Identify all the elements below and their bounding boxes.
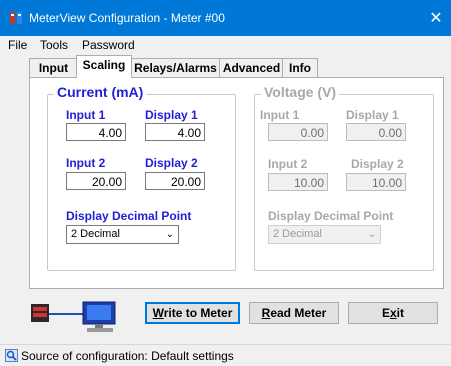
voltage-ddp-label: Display Decimal Point [268, 209, 394, 223]
current-display1-label: Display 1 [145, 108, 198, 122]
tab-advanced[interactable]: Advanced [219, 58, 284, 78]
voltage-display1-label: Display 1 [346, 108, 399, 122]
current-ddp-value: 2 Decimal [71, 228, 120, 240]
voltage-ddp-select: 2 Decimal ⌄ [268, 225, 381, 244]
scaling-panel: Current (mA) Input 1 Display 1 4.00 4.00… [29, 77, 444, 289]
title-bar: MeterView Configuration - Meter #00 ✕ [0, 0, 451, 36]
current-input1-label: Input 1 [66, 108, 106, 122]
exit-button[interactable]: Exit [348, 302, 438, 324]
chevron-down-icon: ⌄ [165, 229, 174, 240]
tab-input[interactable]: Input [29, 58, 78, 78]
menu-password[interactable]: Password [82, 38, 135, 52]
current-ddp-select[interactable]: 2 Decimal ⌄ [66, 225, 179, 244]
status-icon [5, 349, 18, 362]
current-group-legend: Current (mA) [54, 84, 147, 100]
tab-info[interactable]: Info [282, 58, 318, 78]
voltage-group: Voltage (V) Input 1 Display 1 0.00 0.00 … [254, 84, 434, 271]
voltage-display1-field: 0.00 [346, 123, 406, 141]
current-group: Current (mA) Input 1 Display 1 4.00 4.00… [47, 84, 236, 271]
window-title: MeterView Configuration - Meter #00 [29, 11, 225, 25]
voltage-input1-field: 0.00 [268, 123, 328, 141]
meter-icon [31, 304, 49, 322]
menu-tools[interactable]: Tools [40, 38, 68, 52]
close-icon[interactable]: ✕ [427, 8, 445, 28]
current-display2-field[interactable]: 20.00 [145, 172, 205, 190]
computer-icon [82, 301, 116, 332]
current-input2-field[interactable]: 20.00 [66, 172, 126, 190]
voltage-input2-label: Input 2 [268, 157, 308, 171]
chevron-down-icon: ⌄ [367, 229, 376, 240]
status-text: Source of configuration: Default setting… [21, 349, 234, 363]
current-ddp-label: Display Decimal Point [66, 209, 192, 223]
voltage-input2-field: 10.00 [268, 173, 328, 191]
voltage-group-legend: Voltage (V) [261, 84, 340, 100]
menu-bar: File Tools Password [0, 36, 451, 56]
status-bar: Source of configuration: Default setting… [0, 344, 451, 366]
current-display2-label: Display 2 [145, 156, 198, 170]
current-display1-field[interactable]: 4.00 [145, 123, 205, 141]
tab-scaling[interactable]: Scaling [76, 55, 132, 78]
read-meter-button[interactable]: Read Meter [249, 302, 339, 324]
meter-computer-graphic [31, 301, 116, 332]
menu-file[interactable]: File [8, 38, 27, 52]
voltage-input1-label: Input 1 [260, 108, 300, 122]
voltage-display2-label: Display 2 [351, 157, 404, 171]
write-to-meter-button[interactable]: Write to Meter [145, 302, 240, 324]
tab-relays-alarms[interactable]: Relays/Alarms [130, 58, 221, 78]
app-icon [10, 12, 22, 24]
current-input2-label: Input 2 [66, 156, 106, 170]
voltage-display2-field: 10.00 [346, 173, 406, 191]
current-input1-field[interactable]: 4.00 [66, 123, 126, 141]
voltage-ddp-value: 2 Decimal [273, 228, 322, 240]
